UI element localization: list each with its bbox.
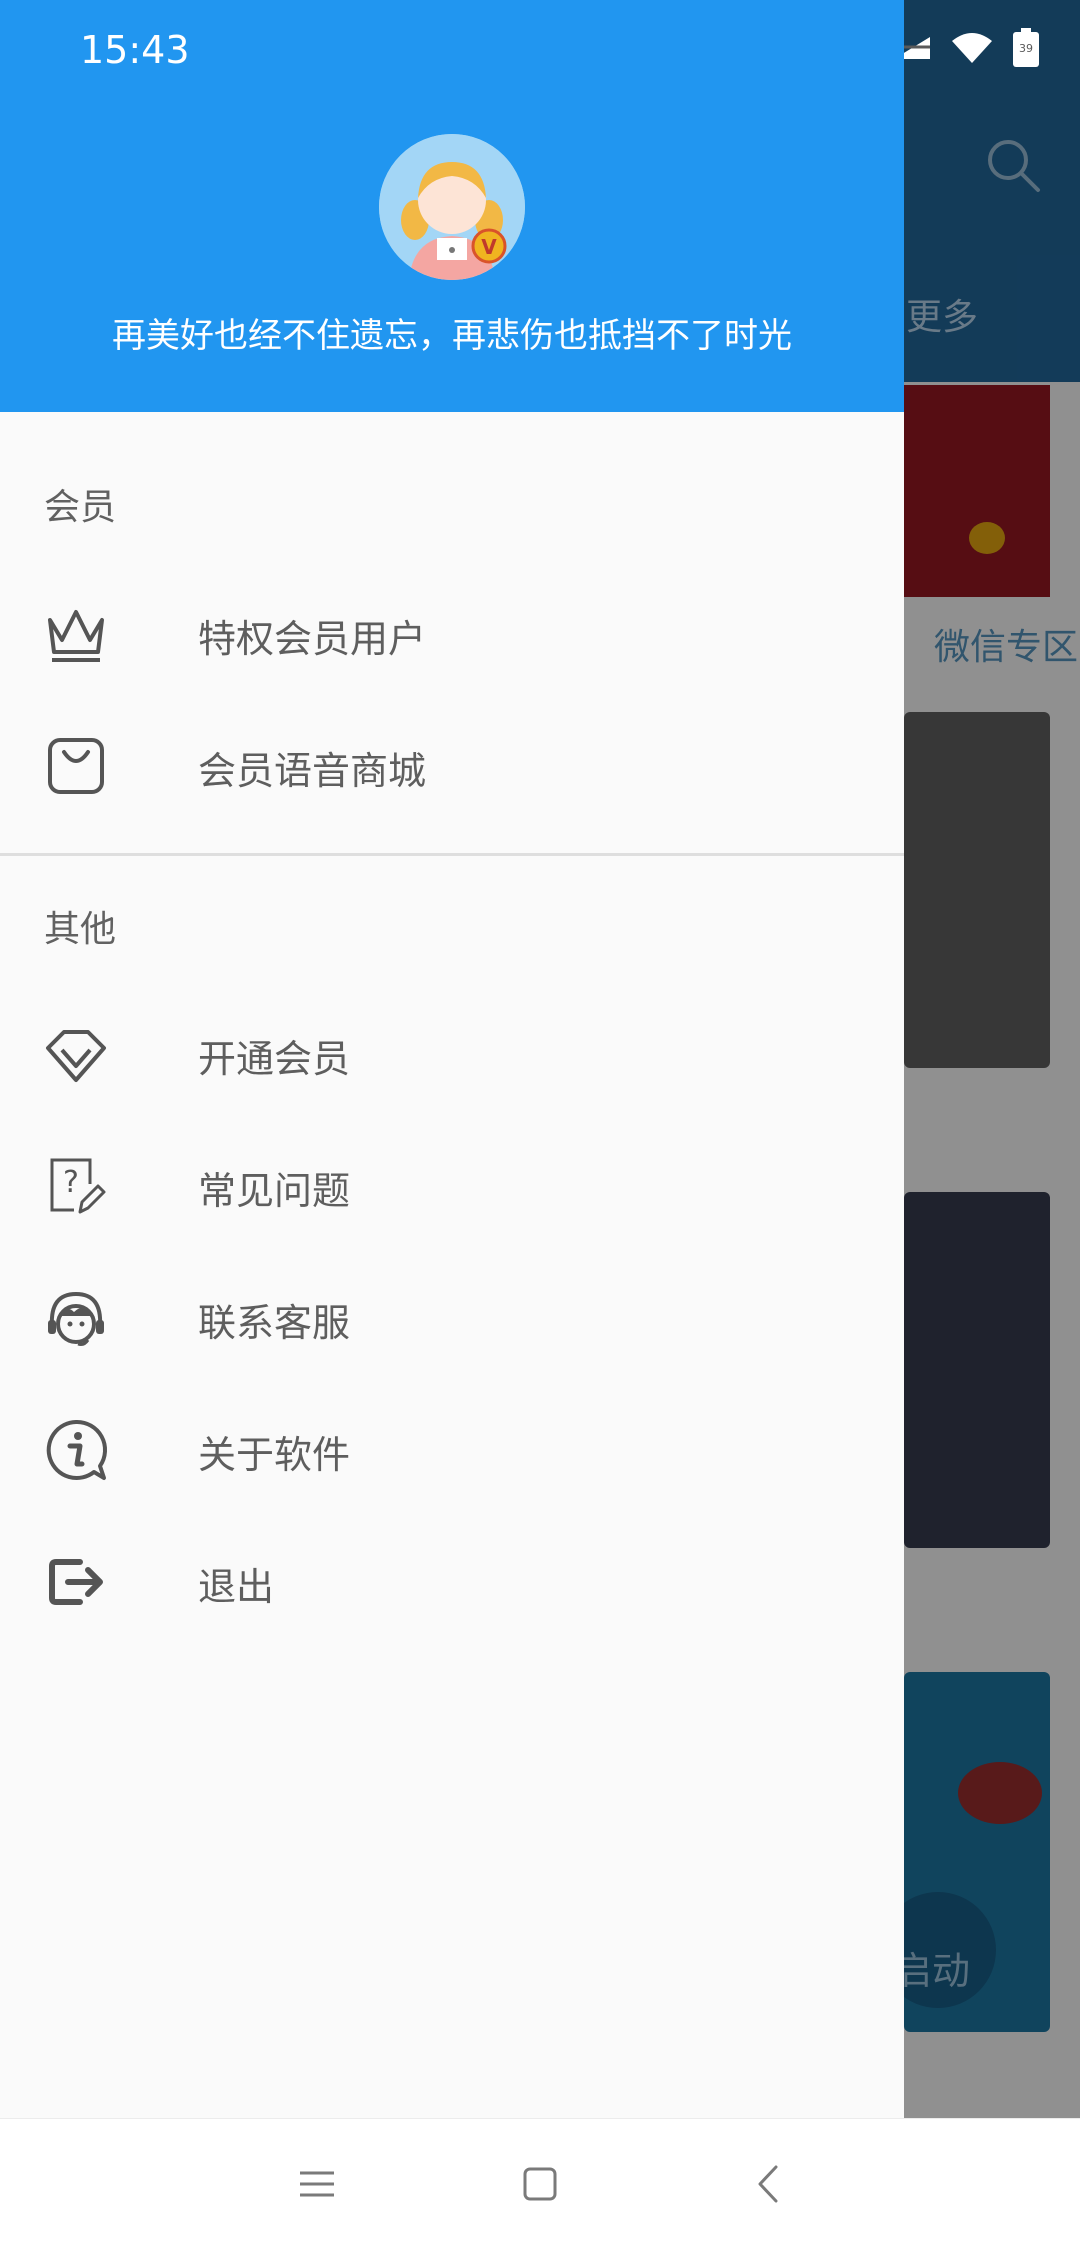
menu-item-logout[interactable]: 退出 — [0, 1516, 904, 1648]
battery-icon: 39 — [1013, 28, 1039, 67]
shopping-bag-icon — [48, 738, 104, 794]
status-icons: 39 — [892, 28, 1040, 68]
svg-text:?: ? — [63, 1165, 79, 1200]
menu-item-privilege-member[interactable]: 特权会员用户 — [0, 568, 904, 700]
menu-label: 常见问题 — [198, 1169, 351, 1213]
menu-icon[interactable] — [282, 2149, 352, 2219]
navigation-drawer: 15:43 V 再美好也经不住遗忘，再悲伤也抵挡不了时光 会员 特权会员用户 会… — [0, 0, 904, 2118]
status-time: 15:43 — [80, 28, 190, 72]
screen: 更多 微信专区 启动 39 15:43 V 再美好也经不住遗忘，再悲伤也抵挡不了… — [0, 0, 1080, 2248]
avatar[interactable]: V — [379, 134, 525, 280]
wifi-icon — [952, 33, 992, 63]
menu-item-voice-store[interactable]: 会员语音商城 — [0, 700, 904, 832]
menu-item-open-membership[interactable]: 开通会员 — [0, 988, 904, 1120]
diamond-icon — [46, 1030, 106, 1082]
question-edit-icon: ? — [50, 1158, 106, 1214]
menu-label: 关于软件 — [198, 1433, 351, 1477]
section-title-membership: 会员 — [44, 487, 117, 528]
logout-icon — [49, 1559, 103, 1605]
menu-item-faq[interactable]: ? 常见问题 — [0, 1120, 904, 1252]
battery-level: 39 — [1019, 42, 1033, 55]
menu-label: 开通会员 — [198, 1037, 351, 1081]
back-icon[interactable] — [732, 2149, 802, 2219]
svg-text:V: V — [481, 235, 497, 259]
menu-item-about[interactable]: 关于软件 — [0, 1384, 904, 1516]
home-icon[interactable] — [505, 2149, 575, 2219]
system-nav-bar — [0, 2118, 1080, 2248]
avatar-girl-icon: V — [379, 134, 525, 280]
menu-label: 会员语音商城 — [198, 749, 427, 793]
section-title-other: 其他 — [44, 909, 117, 950]
section-divider — [0, 853, 904, 856]
headset-agent-icon — [48, 1291, 104, 1346]
menu-label: 退出 — [198, 1565, 275, 1609]
drawer-header: 15:43 V 再美好也经不住遗忘，再悲伤也抵挡不了时光 — [0, 0, 904, 412]
menu-label: 特权会员用户 — [198, 617, 427, 661]
user-motto: 再美好也经不住遗忘，再悲伤也抵挡不了时光 — [112, 316, 792, 356]
menu-item-contact-service[interactable]: 联系客服 — [0, 1252, 904, 1384]
info-bubble-icon — [46, 1419, 108, 1480]
menu-label: 联系客服 — [198, 1301, 351, 1345]
crown-icon — [48, 610, 104, 662]
